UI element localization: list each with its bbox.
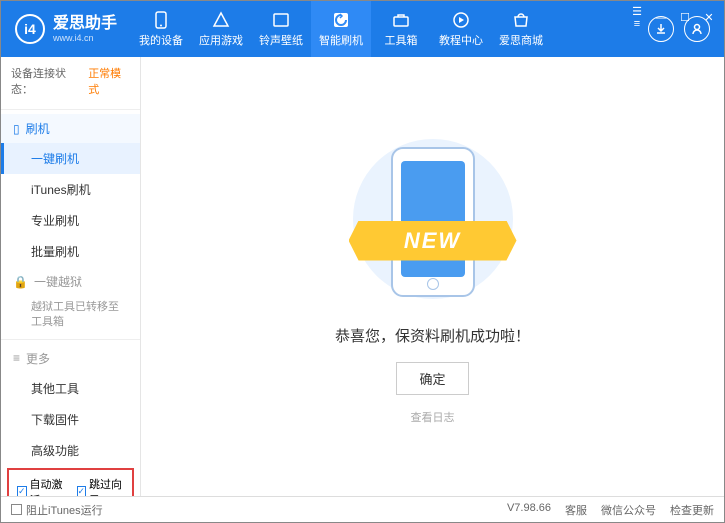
phone-icon: ▯ [13,122,20,136]
close-icon[interactable]: ✕ [702,11,716,24]
tutorial-icon [452,11,470,29]
nav-store[interactable]: 爱思商城 [491,1,551,57]
logo: i4 爱思助手 www.i4.cn [1,1,131,57]
sidebar-item-itunes-flash[interactable]: iTunes刷机 [1,174,140,205]
main-content: NEW 恭喜您，保资料刷机成功啦！ 确定 查看日志 [141,57,724,496]
statusbar: 阻止iTunes运行 V7.98.66 客服 微信公众号 检查更新 [1,496,724,522]
wallpaper-icon [272,11,290,29]
app-url: www.i4.cn [53,33,117,44]
sidebar-item-batch-flash[interactable]: 批量刷机 [1,236,140,267]
checkmark-icon: ✓ [77,486,87,496]
connection-mode: 正常模式 [88,65,130,97]
toolbox-icon [392,11,410,29]
menu-icon[interactable]: ☰ ≡ [630,5,644,30]
logo-icon: i4 [15,14,45,44]
sidebar-item-oneclick-flash[interactable]: 一键刷机 [1,143,140,174]
checkbox-skip-guide[interactable]: ✓ 跳过向导 [77,476,125,496]
app-title: 爱思助手 [53,14,117,33]
nav-tutorials[interactable]: 教程中心 [431,1,491,57]
body: 设备连接状态： 正常模式 ▯ 刷机 一键刷机 iTunes刷机 专业刷机 批量刷… [1,57,724,496]
sidebar-item-other-tools[interactable]: 其他工具 [1,373,140,404]
sidebar: 设备连接状态： 正常模式 ▯ 刷机 一键刷机 iTunes刷机 专业刷机 批量刷… [1,57,141,496]
connection-status: 设备连接状态： 正常模式 [1,57,140,105]
sidebar-item-advanced[interactable]: 高级功能 [1,435,140,466]
success-message: 恭喜您，保资料刷机成功啦！ [335,325,530,346]
wechat-link[interactable]: 微信公众号 [601,502,656,518]
customer-service-link[interactable]: 客服 [565,502,587,518]
checkbox-highlight: ✓ 自动激活 ✓ 跳过向导 [7,468,134,496]
check-update-link[interactable]: 检查更新 [670,502,714,518]
checkmark-icon: ✓ [17,486,27,496]
header: i4 爱思助手 www.i4.cn 我的设备 应用游戏 铃声壁纸 智能刷机 [1,1,724,57]
section-flash[interactable]: ▯ 刷机 [1,114,140,143]
sidebar-item-download-firmware[interactable]: 下载固件 [1,404,140,435]
version-label: V7.98.66 [507,502,551,518]
app-window: ☰ ≡ — ☐ ✕ i4 爱思助手 www.i4.cn 我的设备 应用游戏 铃声… [0,0,725,523]
nav-ringtones[interactable]: 铃声壁纸 [251,1,311,57]
success-illustration: NEW [353,129,513,309]
lock-icon: 🔒 [13,275,28,289]
section-more[interactable]: ≡ 更多 [1,344,140,373]
confirm-button[interactable]: 确定 [396,362,468,395]
section-jailbreak: 🔒 一键越狱 [1,267,140,296]
maximize-icon[interactable]: ☐ [678,11,692,24]
block-itunes-checkbox[interactable]: 阻止iTunes运行 [11,502,103,518]
sidebar-item-pro-flash[interactable]: 专业刷机 [1,205,140,236]
checkbox-auto-activate[interactable]: ✓ 自动激活 [17,476,65,496]
apps-icon [212,11,230,29]
nav-toolbox[interactable]: 工具箱 [371,1,431,57]
titlebar: ☰ ≡ — ☐ ✕ [630,5,716,30]
nav-apps-games[interactable]: 应用游戏 [191,1,251,57]
store-icon [512,11,530,29]
minimize-icon[interactable]: — [654,12,668,24]
top-nav: 我的设备 应用游戏 铃声壁纸 智能刷机 工具箱 教程中心 [131,1,551,57]
jailbreak-note: 越狱工具已转移至工具箱 [1,296,140,335]
new-banner: NEW [349,221,517,261]
nav-my-device[interactable]: 我的设备 [131,1,191,57]
more-icon: ≡ [13,351,20,365]
view-log-link[interactable]: 查看日志 [411,409,455,425]
checkbox-icon [11,504,22,515]
nav-smart-flash[interactable]: 智能刷机 [311,1,371,57]
flash-icon [332,11,350,29]
phone-icon [152,11,170,29]
